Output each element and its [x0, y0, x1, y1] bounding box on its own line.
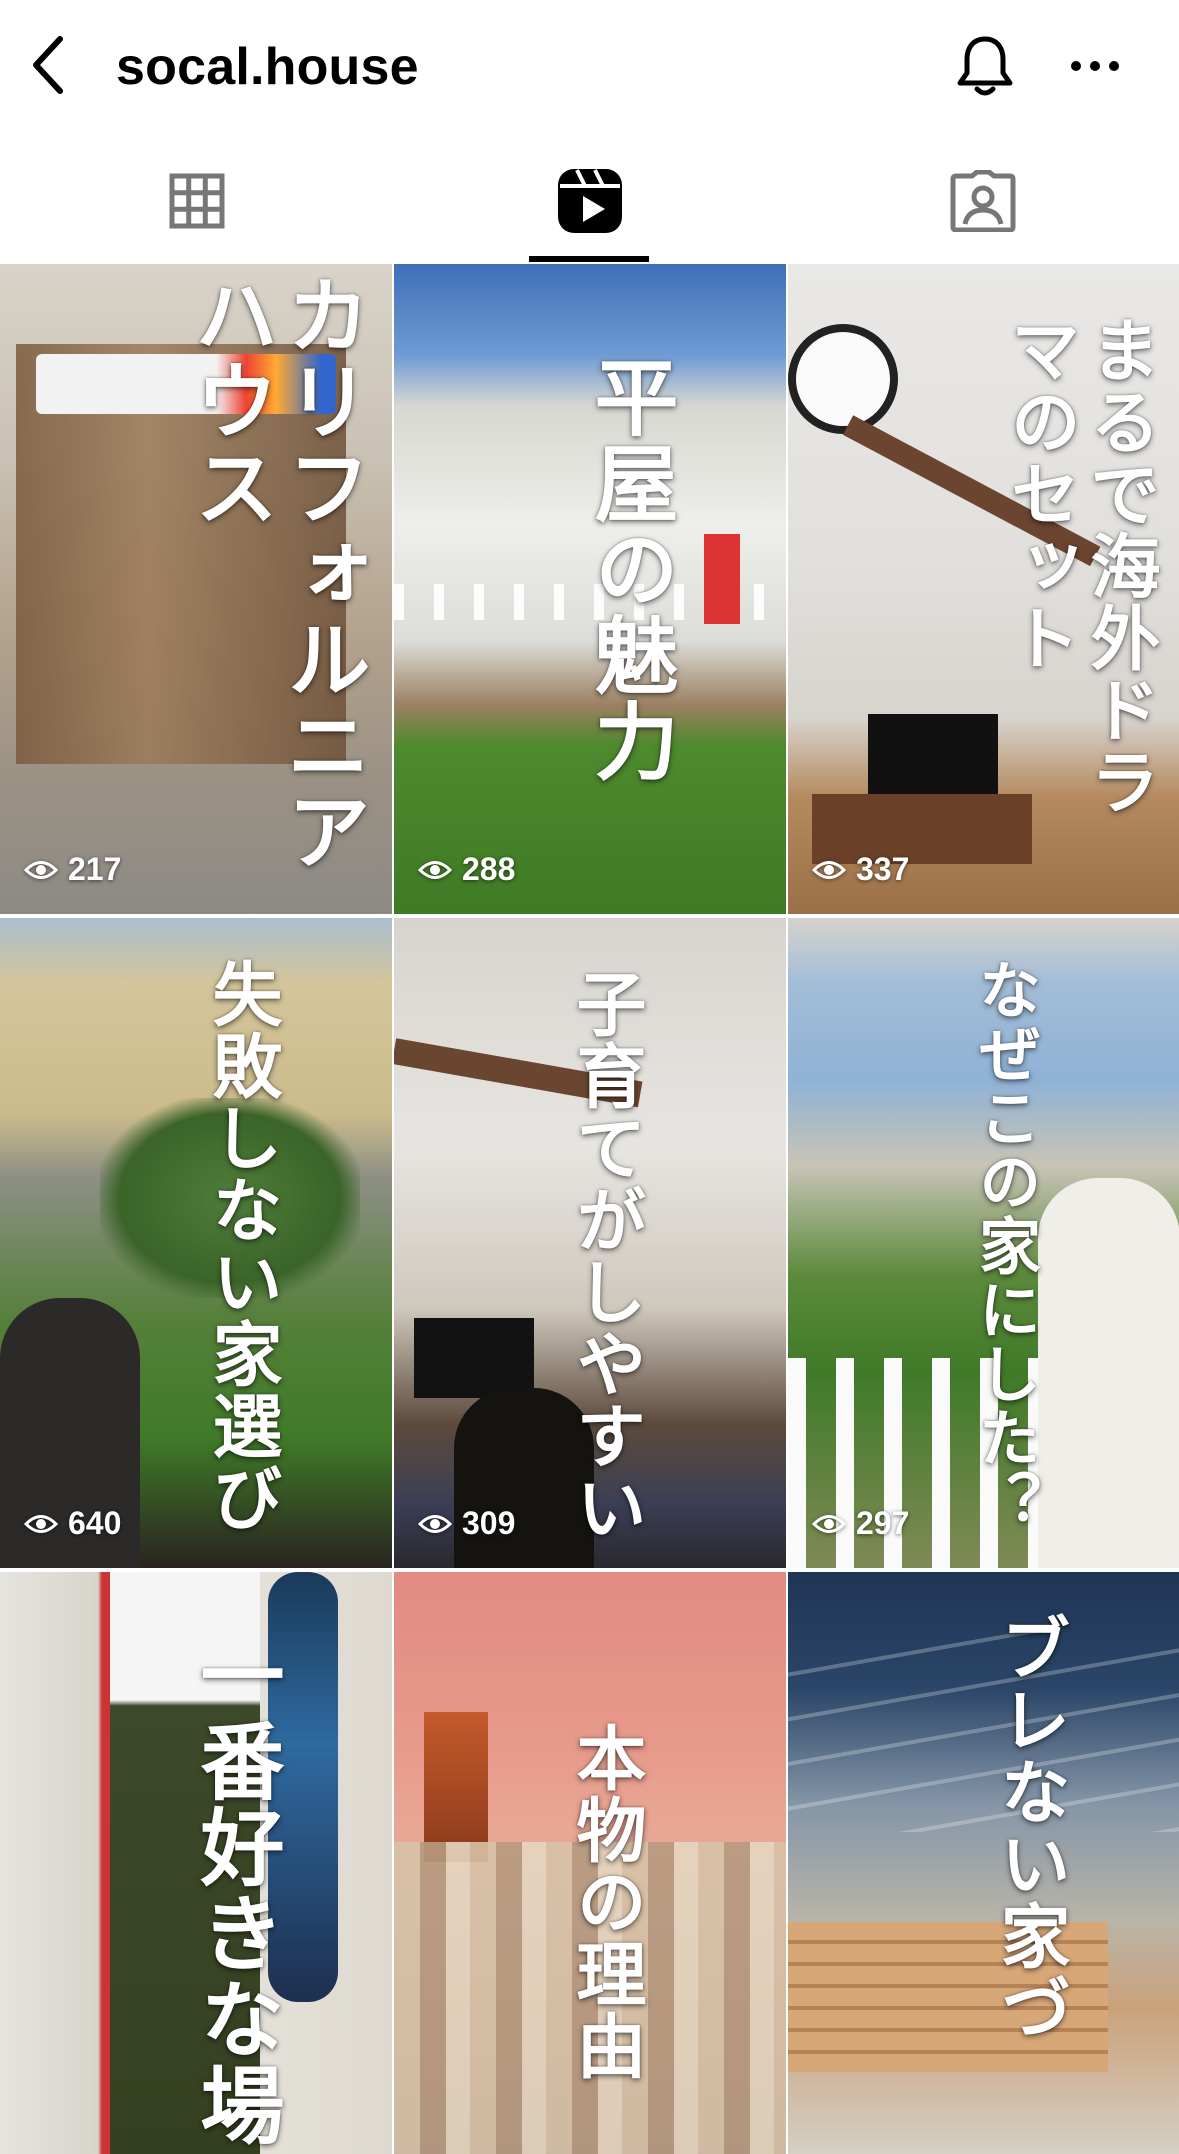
views-count: 309 [462, 1505, 516, 1541]
reel-view-count: 640 [24, 1505, 121, 1542]
reel-view-count: 337 [812, 851, 909, 888]
views-count: 297 [856, 1505, 910, 1541]
reel-view-count: 217 [24, 851, 121, 888]
profile-username: socal.house [116, 38, 419, 96]
reel-caption: 失敗しない家選び [201, 958, 284, 1534]
views-count: 288 [462, 851, 516, 887]
play-views-icon [418, 1514, 452, 1533]
play-views-icon [24, 1514, 58, 1533]
bell-icon [957, 36, 1013, 96]
play-views-icon [418, 860, 452, 879]
reel-tile[interactable]: 失敗しない家選び 640 [0, 918, 392, 1568]
tab-grid[interactable] [0, 140, 393, 262]
play-views-icon [812, 1514, 846, 1533]
grid-icon [169, 173, 224, 229]
reel-tile[interactable]: 一番好きな場 [0, 1572, 392, 2154]
reel-thumbnail [1038, 1178, 1179, 1568]
reel-tile[interactable]: 本物の理由 [394, 1572, 786, 2154]
reel-thumbnail [424, 1712, 488, 1862]
reel-view-count: 297 [812, 1505, 909, 1542]
reel-tile[interactable]: カリフォルニアハウス 217 [0, 264, 392, 914]
tagged-icon [950, 170, 1015, 232]
views-count: 217 [68, 851, 122, 887]
reel-caption: カリフォルニアハウス [181, 272, 372, 874]
more-options-button[interactable] [1060, 36, 1130, 96]
more-horizontal-icon [1071, 61, 1119, 71]
profile-header: socal.house [0, 0, 1179, 132]
reels-icon [557, 169, 622, 233]
reel-caption: なぜこの家にした？ [968, 958, 1041, 1534]
reel-thumbnail [704, 534, 740, 624]
reel-tile[interactable]: まるで海外ドラマのセット 337 [788, 264, 1179, 914]
tab-tagged[interactable] [786, 140, 1179, 262]
reels-grid: カリフォルニアハウス 217 平屋の魅力 288 まるで海外ドラマのセット 33… [0, 264, 1179, 2154]
reel-caption: 一番好きな場 [187, 1632, 286, 2148]
back-button[interactable] [20, 30, 76, 100]
reel-tile[interactable]: ブレない家づ [788, 1572, 1179, 2154]
reel-tile[interactable]: なぜこの家にした？ 297 [788, 918, 1179, 1568]
tab-reels[interactable] [393, 140, 786, 262]
reel-view-count: 309 [418, 1505, 515, 1542]
active-tab-indicator [529, 256, 649, 262]
profile-tabs [0, 140, 1179, 262]
play-views-icon [24, 860, 58, 879]
reel-caption: 本物の理由 [565, 1722, 648, 2082]
reel-caption: 平屋の魅力 [581, 354, 680, 784]
reel-tile[interactable]: 平屋の魅力 288 [394, 264, 786, 914]
views-count: 337 [856, 851, 910, 887]
reel-tile[interactable]: 子育てがしやすい 309 [394, 918, 786, 1568]
play-views-icon [812, 860, 846, 879]
reel-caption: まるで海外ドラマのセット [999, 314, 1162, 818]
chevron-left-icon [33, 36, 63, 94]
notifications-button[interactable] [950, 30, 1020, 102]
reel-thumbnail [414, 1318, 534, 1398]
reel-thumbnail [788, 324, 898, 434]
reel-view-count: 288 [418, 851, 515, 888]
views-count: 640 [68, 1505, 122, 1541]
reel-caption: 子育てがしやすい [565, 968, 648, 1544]
reel-thumbnail [868, 714, 998, 794]
reel-thumbnail [788, 1632, 1179, 1832]
reel-caption: ブレない家づ [989, 1612, 1072, 2044]
